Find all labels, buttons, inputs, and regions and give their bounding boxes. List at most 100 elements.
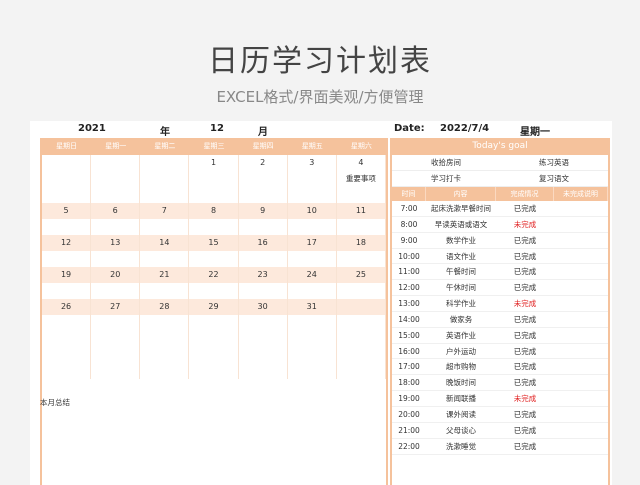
note-cell[interactable] xyxy=(91,315,141,331)
note-cell[interactable] xyxy=(42,219,92,235)
schedule-status[interactable]: 已完成 xyxy=(496,264,554,279)
day-cell[interactable] xyxy=(91,155,141,171)
note-cell[interactable] xyxy=(239,251,288,267)
day-cell[interactable]: 11 xyxy=(336,203,386,219)
day-cell[interactable]: 28 xyxy=(140,299,190,315)
date-value[interactable]: 2022/7/4 xyxy=(440,123,489,134)
day-cell[interactable]: 14 xyxy=(140,235,190,251)
note-cell[interactable] xyxy=(42,283,92,299)
schedule-note[interactable] xyxy=(554,312,608,327)
schedule-status[interactable]: 未完成 xyxy=(496,296,554,311)
schedule-note[interactable] xyxy=(554,439,608,454)
day-cell[interactable]: 20 xyxy=(91,267,141,283)
goal-item[interactable]: 复习语文 xyxy=(500,171,608,186)
day-cell[interactable] xyxy=(140,155,190,171)
schedule-status[interactable]: 已完成 xyxy=(496,249,554,264)
note-cell[interactable] xyxy=(337,283,386,299)
year-value[interactable]: 2021 xyxy=(78,123,106,134)
note-cell[interactable] xyxy=(288,251,337,267)
schedule-content[interactable]: 做家务 xyxy=(426,312,496,327)
day-cell[interactable]: 16 xyxy=(238,235,288,251)
schedule-note[interactable] xyxy=(554,391,608,406)
schedule-content[interactable]: 起床洗漱早餐时间 xyxy=(426,201,496,216)
day-cell[interactable]: 7 xyxy=(140,203,190,219)
schedule-status[interactable]: 已完成 xyxy=(496,407,554,422)
schedule-content[interactable]: 科学作业 xyxy=(426,296,496,311)
note-cell[interactable] xyxy=(288,315,337,331)
note-cell[interactable] xyxy=(288,171,337,187)
schedule-content[interactable]: 洗漱睡觉 xyxy=(426,439,496,454)
schedule-note[interactable] xyxy=(554,233,608,248)
schedule-note[interactable] xyxy=(554,407,608,422)
note-cell[interactable] xyxy=(288,283,337,299)
note-cell[interactable] xyxy=(337,251,386,267)
day-cell[interactable]: 24 xyxy=(287,267,337,283)
schedule-content[interactable]: 数学作业 xyxy=(426,233,496,248)
note-cell[interactable] xyxy=(239,283,288,299)
schedule-status[interactable]: 已完成 xyxy=(496,375,554,390)
day-cell[interactable]: 30 xyxy=(238,299,288,315)
schedule-status[interactable]: 已完成 xyxy=(496,344,554,359)
note-cell[interactable] xyxy=(42,171,92,187)
schedule-note[interactable] xyxy=(554,249,608,264)
schedule-note[interactable] xyxy=(554,264,608,279)
schedule-note[interactable] xyxy=(554,201,608,216)
note-cell[interactable] xyxy=(140,219,190,235)
day-cell[interactable]: 21 xyxy=(140,267,190,283)
note-cell[interactable] xyxy=(91,171,141,187)
day-cell[interactable]: 18 xyxy=(336,235,386,251)
month-value[interactable]: 12 xyxy=(210,123,224,134)
day-cell[interactable]: 8 xyxy=(189,203,239,219)
day-cell[interactable]: 6 xyxy=(91,203,141,219)
schedule-status[interactable]: 已完成 xyxy=(496,439,554,454)
goal-item[interactable]: 收拾房间 xyxy=(392,155,500,170)
note-cell[interactable] xyxy=(42,251,92,267)
note-cell[interactable] xyxy=(288,219,337,235)
schedule-note[interactable] xyxy=(554,359,608,374)
schedule-status[interactable]: 已完成 xyxy=(496,280,554,295)
schedule-content[interactable]: 晚饭时间 xyxy=(426,375,496,390)
day-cell[interactable]: 17 xyxy=(287,235,337,251)
goal-item[interactable]: 练习英语 xyxy=(500,155,608,170)
note-cell[interactable] xyxy=(239,315,288,331)
schedule-note[interactable] xyxy=(554,328,608,343)
schedule-content[interactable]: 新闻联播 xyxy=(426,391,496,406)
schedule-status[interactable]: 已完成 xyxy=(496,328,554,343)
day-cell[interactable]: 1 xyxy=(189,155,239,171)
schedule-content[interactable]: 英语作业 xyxy=(426,328,496,343)
day-cell[interactable]: 9 xyxy=(238,203,288,219)
day-cell[interactable] xyxy=(42,155,92,171)
schedule-content[interactable]: 午休时间 xyxy=(426,280,496,295)
day-cell[interactable]: 15 xyxy=(189,235,239,251)
schedule-content[interactable]: 父母谈心 xyxy=(426,423,496,438)
goal-item[interactable]: 学习打卡 xyxy=(392,171,500,186)
note-cell[interactable] xyxy=(140,171,190,187)
day-cell[interactable]: 31 xyxy=(287,299,337,315)
note-cell[interactable] xyxy=(140,251,190,267)
schedule-note[interactable] xyxy=(554,296,608,311)
day-cell[interactable]: 3 xyxy=(288,155,337,171)
note-cell[interactable] xyxy=(189,171,239,187)
note-cell[interactable] xyxy=(239,219,288,235)
schedule-content[interactable]: 语文作业 xyxy=(426,249,496,264)
day-cell[interactable]: 26 xyxy=(42,299,92,315)
day-cell[interactable]: 13 xyxy=(91,235,141,251)
schedule-note[interactable] xyxy=(554,344,608,359)
schedule-status[interactable]: 已完成 xyxy=(496,423,554,438)
schedule-content[interactable]: 超市购物 xyxy=(426,359,496,374)
note-cell[interactable] xyxy=(189,251,239,267)
note-cell[interactable] xyxy=(337,219,386,235)
day-cell[interactable]: 12 xyxy=(42,235,92,251)
schedule-status[interactable]: 未完成 xyxy=(496,391,554,406)
note-cell[interactable] xyxy=(140,315,190,331)
day-cell[interactable]: 19 xyxy=(42,267,92,283)
schedule-content[interactable]: 户外运动 xyxy=(426,344,496,359)
day-cell[interactable]: 22 xyxy=(189,267,239,283)
note-cell[interactable] xyxy=(189,315,239,331)
schedule-status[interactable]: 已完成 xyxy=(496,359,554,374)
day-cell[interactable]: 23 xyxy=(238,267,288,283)
day-cell[interactable]: 2 xyxy=(239,155,288,171)
day-cell[interactable]: 5 xyxy=(42,203,92,219)
schedule-status[interactable]: 已完成 xyxy=(496,312,554,327)
note-cell[interactable] xyxy=(189,219,239,235)
